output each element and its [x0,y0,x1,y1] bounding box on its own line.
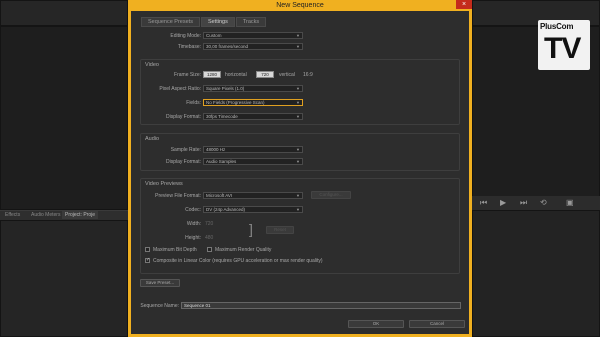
tab-settings[interactable]: Settings [200,17,235,27]
max-bit-depth-checkbox[interactable] [145,247,150,252]
background-panel-top-left [0,0,128,26]
background-timeline [472,210,600,337]
dialog-title: New Sequence [276,2,324,9]
video-display-format-dropdown[interactable]: 30fps Timecode ▼ [203,113,303,120]
audio-display-format-label: Display Format: [165,159,201,165]
chevron-down-icon: ▼ [296,86,300,91]
video-display-format-value: 30fps Timecode [206,114,238,119]
background-tab-project[interactable]: Project: Proje [62,211,99,219]
dialog-tabs: Sequence Presets Settings Tracks [141,17,267,27]
new-sequence-dialog: New Sequence × Sequence Presets Settings… [128,0,472,337]
video-section-title: Video [145,62,159,68]
preview-file-format-dropdown[interactable]: Microsoft AVI ▼ [203,192,303,199]
audio-display-format-dropdown[interactable]: Audio Samples ▼ [203,158,303,165]
background-tab-effects[interactable]: Effects [2,211,23,219]
composite-linear-label: Composite in Linear Color (requires GPU … [153,258,323,264]
fields-label: Fields: [186,100,201,106]
export-frame-icon[interactable]: ▣ [566,198,574,207]
preview-width-value[interactable]: 720 [205,221,213,227]
sample-rate-dropdown[interactable]: 48000 Hz ▼ [203,146,303,153]
background-source-monitor [0,26,128,210]
timebase-label: Timebase: [177,44,201,50]
step-back-icon[interactable]: ⏮ [480,198,487,208]
close-icon[interactable]: × [456,0,472,9]
frame-height-input[interactable]: 720 [256,71,274,78]
editing-mode-value: Custom [206,33,222,38]
pixel-aspect-label: Pixel Aspect Ratio: [159,86,201,92]
chevron-down-icon: ▼ [296,114,300,119]
sample-rate-value: 48000 Hz [206,147,226,152]
dialog-body: Sequence Presets Settings Tracks Editing… [131,11,469,334]
play-icon[interactable]: ▶ [500,198,506,207]
chevron-down-icon: ▼ [296,44,300,49]
watermark-text-tv: TV [544,32,581,65]
configure-button[interactable]: Configure... [311,191,351,199]
cancel-button[interactable]: Cancel [409,320,465,328]
fields-value: No Fields (Progressive Scan) [206,100,265,105]
max-bit-depth-label: Maximum Bit Depth [153,247,197,253]
preview-width-label: Width: [186,221,201,227]
composite-linear-checkbox[interactable] [145,257,150,263]
video-previews-title: Video Previews [145,181,183,187]
watermark-logo: PlusCom TV [538,20,590,70]
frame-width-input[interactable]: 1280 [203,71,221,78]
tab-sequence-presets[interactable]: Sequence Presets [141,17,200,27]
frame-size-label: Frame Size: [174,72,201,78]
max-render-quality-checkbox[interactable] [207,247,212,252]
video-display-format-label: Display Format: [165,114,201,120]
watermark-text-top: PlusCom [540,22,574,31]
sequence-name-label: Sequence Name: [140,303,179,309]
loop-icon[interactable]: ⟲ [540,198,547,207]
editing-mode-dropdown[interactable]: Custom ▼ [203,32,303,39]
dialog-titlebar: New Sequence × [128,0,472,11]
editing-mode-label: Editing Mode: [170,33,201,39]
aspect-ratio-text: 16:9 [303,72,313,78]
audio-section-title: Audio [145,136,160,142]
timebase-value: 30,00 frames/second [206,44,249,49]
background-project-panel [0,220,128,337]
timebase-dropdown[interactable]: 30,00 frames/second ▼ [203,43,303,50]
preview-height-label: Height: [185,235,201,241]
reset-button[interactable]: Reset [266,226,294,234]
chevron-down-icon: ▼ [296,147,300,152]
ok-button[interactable]: OK [348,320,404,328]
preview-file-format-label: Preview File Format: [155,193,201,199]
save-preset-button[interactable]: Save Preset... [140,279,180,287]
chevron-down-icon: ▼ [296,33,300,38]
chevron-down-icon: ▼ [296,159,300,164]
pixel-aspect-value: Square Pixels (1.0) [206,86,245,91]
preview-height-value[interactable]: 480 [205,235,213,241]
max-render-quality-label: Maximum Render Quality [215,247,272,253]
tab-tracks[interactable]: Tracks [235,17,267,27]
chevron-down-icon: ▼ [296,100,300,105]
background-transport-toolbar [472,196,600,210]
horizontal-label: horizontal [225,72,247,78]
codec-label: Codec: [185,207,201,213]
step-forward-icon[interactable]: ⏭ [520,198,527,208]
sample-rate-label: Sample Rate: [170,147,201,153]
link-bracket-icon[interactable]: ] [249,221,253,237]
codec-dropdown[interactable]: DV (24p Advanced) ▼ [203,206,303,213]
fields-dropdown[interactable]: No Fields (Progressive Scan) ▼ [203,99,303,106]
chevron-down-icon: ▼ [296,207,300,212]
chevron-down-icon: ▼ [296,193,300,198]
pixel-aspect-dropdown[interactable]: Square Pixels (1.0) ▼ [203,85,303,92]
audio-display-format-value: Audio Samples [206,159,237,164]
codec-value: DV (24p Advanced) [206,207,246,212]
sequence-name-input[interactable]: Sequence 01 [181,302,461,309]
vertical-label: vertical [279,72,295,78]
background-tab-audio-meters[interactable]: Audio Meters [28,211,63,219]
preview-file-format-value: Microsoft AVI [206,193,233,198]
